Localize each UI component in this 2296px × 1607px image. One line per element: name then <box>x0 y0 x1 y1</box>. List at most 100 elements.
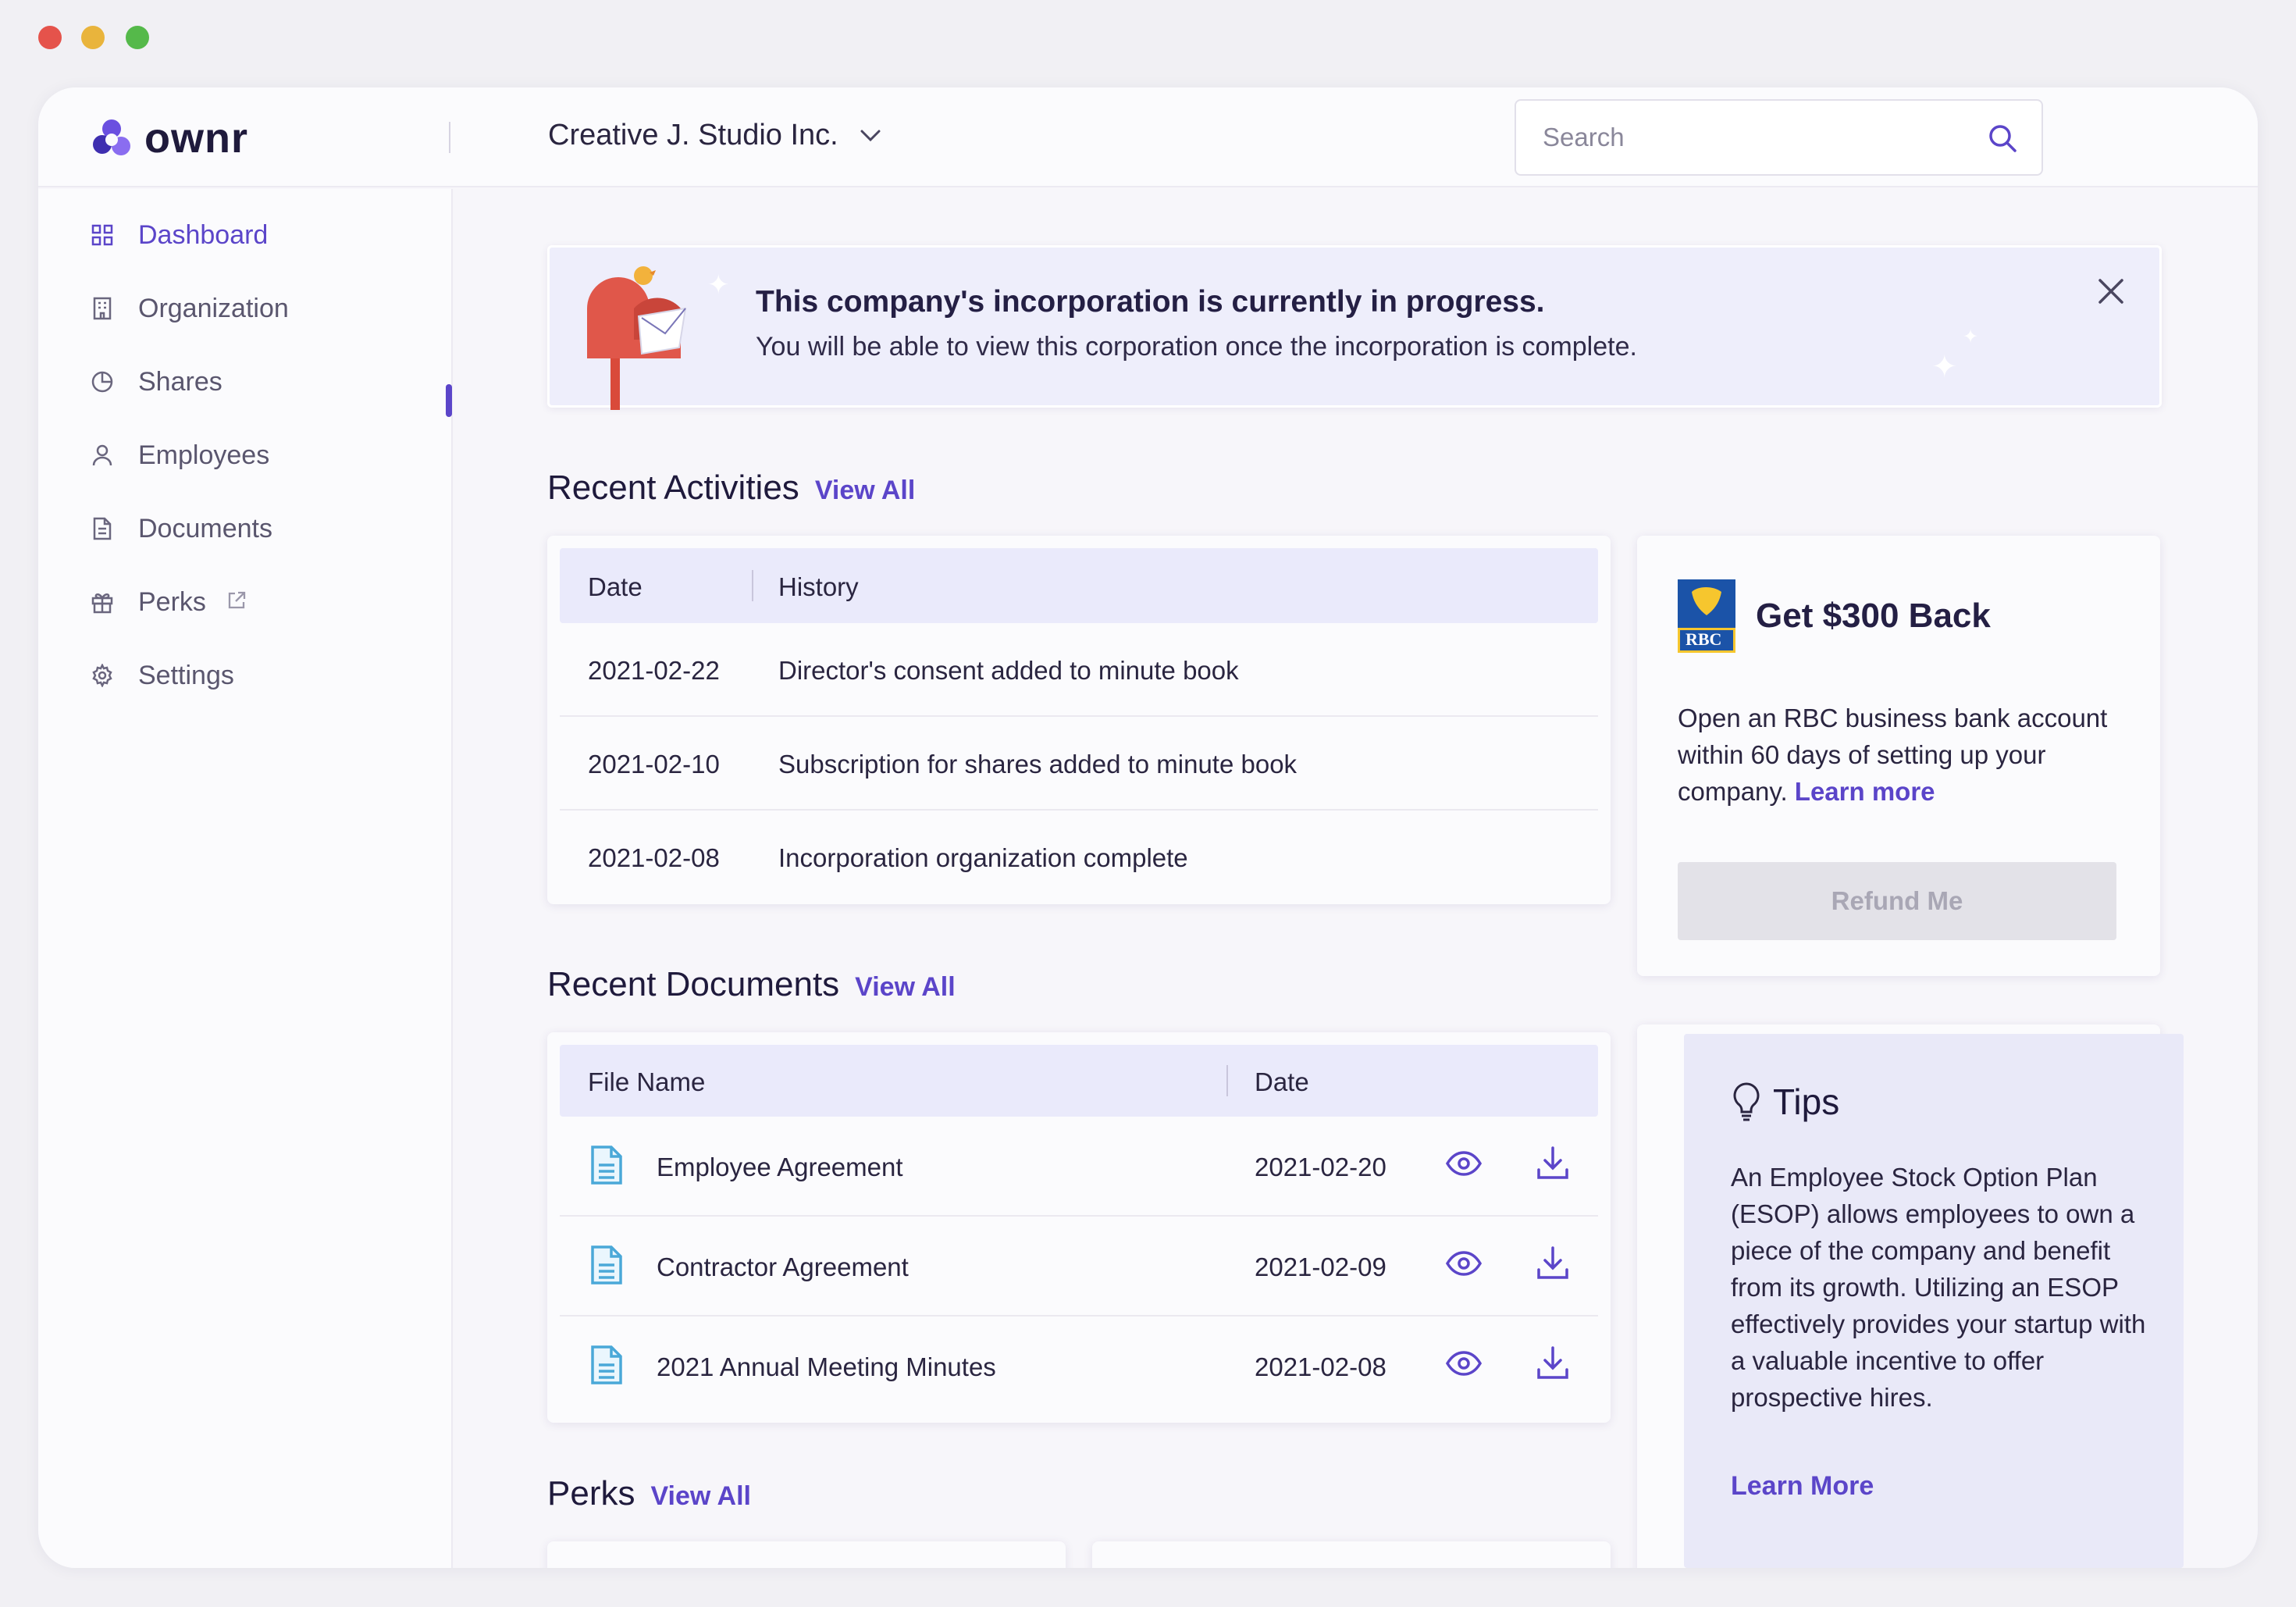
eye-icon[interactable] <box>1445 1149 1483 1184</box>
sparkle-icon: ✦ <box>707 270 730 300</box>
sidebar-item-label: Shares <box>138 366 222 397</box>
building-icon <box>90 296 115 321</box>
sidebar-item-label: Dashboard <box>138 219 269 250</box>
table-row: Contractor Agreement 2021-02-09 <box>560 1217 1598 1317</box>
tips-card: Tips An Employee Stock Option Plan (ESOP… <box>1684 1034 2184 1568</box>
header-divider <box>449 122 450 153</box>
sidebar-item-label: Perks <box>138 586 206 617</box>
section-title: Recent Documents <box>547 965 840 1003</box>
incorporation-banner: ✦ ✦ ✦ This company's incorporation is cu… <box>547 245 2162 410</box>
section-title: Recent Activities <box>547 469 799 507</box>
column-header-file-name: File Name <box>588 1067 706 1096</box>
sparkle-icon: ✦ <box>1931 350 1958 384</box>
active-indicator <box>446 384 452 417</box>
view-all-activities-link[interactable]: View All <box>815 476 916 506</box>
activities-table: Date History 2021-02-22 Director's conse… <box>547 536 1611 904</box>
file-name[interactable]: 2021 Annual Meeting Minutes <box>657 1352 996 1382</box>
column-divider <box>1226 1065 1228 1096</box>
external-link-icon <box>226 587 247 618</box>
recent-documents-header: Recent Documents View All <box>547 965 956 1004</box>
file-icon <box>589 1245 624 1292</box>
download-icon[interactable] <box>1536 1145 1570 1187</box>
file-icon <box>589 1145 624 1192</box>
minimize-window-button[interactable] <box>81 26 105 49</box>
perks-header: Perks View All <box>547 1474 751 1513</box>
activity-date: 2021-02-08 <box>588 843 720 872</box>
tips-learn-more-link[interactable]: Learn More <box>1731 1471 1874 1502</box>
sidebar-item-employees[interactable]: Employees <box>90 432 433 479</box>
table-header: Date History <box>560 548 1598 623</box>
refund-me-button[interactable]: Refund Me <box>1678 862 2116 940</box>
ownr-logo-icon <box>93 119 130 155</box>
banner-title: This company's incorporation is currentl… <box>756 285 1545 319</box>
sidebar-item-shares[interactable]: Shares <box>90 358 433 405</box>
activity-history: Incorporation organization complete <box>778 843 1188 872</box>
banner-subtitle: You will be able to view this corporatio… <box>756 332 1637 362</box>
download-icon[interactable] <box>1536 1345 1570 1387</box>
sparkle-icon: ✦ <box>1963 326 1979 347</box>
activity-history: Subscription for shares added to minute … <box>778 750 1298 779</box>
sidebar-item-dashboard[interactable]: Dashboard <box>90 212 433 258</box>
top-header: ownr Creative J. Studio Inc. <box>38 87 2258 187</box>
table-row: 2021-02-08 Incorporation organization co… <box>560 811 1598 904</box>
view-all-documents-link[interactable]: View All <box>855 972 956 1003</box>
eye-icon[interactable] <box>1445 1349 1483 1384</box>
section-title: Perks <box>547 1474 635 1513</box>
sidebar-item-label: Settings <box>138 660 234 690</box>
documents-table: File Name Date Employee Agreement 2021-0… <box>547 1032 1611 1423</box>
close-window-button[interactable] <box>38 26 62 49</box>
ownr-logo[interactable]: ownr <box>90 114 248 162</box>
sidebar-item-organization[interactable]: Organization <box>90 285 433 332</box>
perk-card[interactable] <box>1092 1541 1611 1568</box>
sidebar-item-settings[interactable]: Settings <box>90 652 433 699</box>
file-date: 2021-02-08 <box>1255 1352 1386 1381</box>
lightbulb-icon <box>1733 1082 1760 1121</box>
eye-icon[interactable] <box>1445 1249 1483 1284</box>
grid-icon <box>90 223 115 248</box>
gift-icon <box>90 590 115 615</box>
document-icon <box>90 516 115 541</box>
column-header-date: Date <box>588 572 643 601</box>
pie-chart-icon <box>90 369 115 394</box>
mailbox-icon <box>587 266 687 410</box>
promo-text: Open an RBC business bank account within… <box>1678 700 2123 810</box>
tips-title: Tips <box>1773 1081 1840 1122</box>
column-header-history: History <box>778 572 859 601</box>
activity-history: Director's consent added to minute book <box>778 656 1239 685</box>
file-name[interactable]: Contractor Agreement <box>657 1252 909 1282</box>
table-row: Employee Agreement 2021-02-20 <box>560 1117 1598 1217</box>
table-header: File Name Date <box>560 1045 1598 1117</box>
download-icon[interactable] <box>1536 1245 1570 1287</box>
company-switcher[interactable]: Creative J. Studio Inc. <box>548 119 881 152</box>
column-divider <box>752 570 753 601</box>
gear-icon <box>90 663 115 688</box>
recent-activities-header: Recent Activities View All <box>547 469 915 508</box>
user-icon <box>90 443 115 468</box>
perk-card[interactable] <box>547 1541 1066 1568</box>
maximize-window-button[interactable] <box>126 26 149 49</box>
view-all-perks-link[interactable]: View All <box>650 1481 751 1512</box>
rbc-logo: RBC <box>1678 579 1735 653</box>
tips-text: An Employee Stock Option Plan (ESOP) all… <box>1731 1163 2146 1412</box>
table-row: 2021-02-10 Subscription for shares added… <box>560 717 1598 811</box>
close-icon[interactable] <box>2097 277 2125 309</box>
sidebar-item-documents[interactable]: Documents <box>90 505 433 552</box>
rbc-logo-text: RBC <box>1686 629 1722 649</box>
file-name[interactable]: Employee Agreement <box>657 1153 903 1182</box>
column-header-date: Date <box>1255 1067 1309 1096</box>
rbc-promo-card: RBC Get $300 Back Open an RBC business b… <box>1637 536 2160 976</box>
search-box <box>1515 99 2043 176</box>
learn-more-link[interactable]: Learn more <box>1795 777 1935 806</box>
activity-date: 2021-02-22 <box>588 656 720 685</box>
sidebar-item-perks[interactable]: Perks <box>90 579 433 625</box>
search-input[interactable] <box>1516 101 2041 174</box>
activity-date: 2021-02-10 <box>588 750 720 779</box>
table-row: 2021-02-22 Director's consent added to m… <box>560 623 1598 717</box>
search-icon[interactable] <box>1987 123 2018 158</box>
tips-header: Tips <box>1731 1081 1839 1123</box>
promo-title: Get $300 Back <box>1756 597 1991 635</box>
company-name: Creative J. Studio Inc. <box>548 119 838 151</box>
logo-wordmark: ownr <box>144 115 248 162</box>
chevron-down-icon <box>860 130 881 141</box>
file-icon <box>589 1345 624 1391</box>
